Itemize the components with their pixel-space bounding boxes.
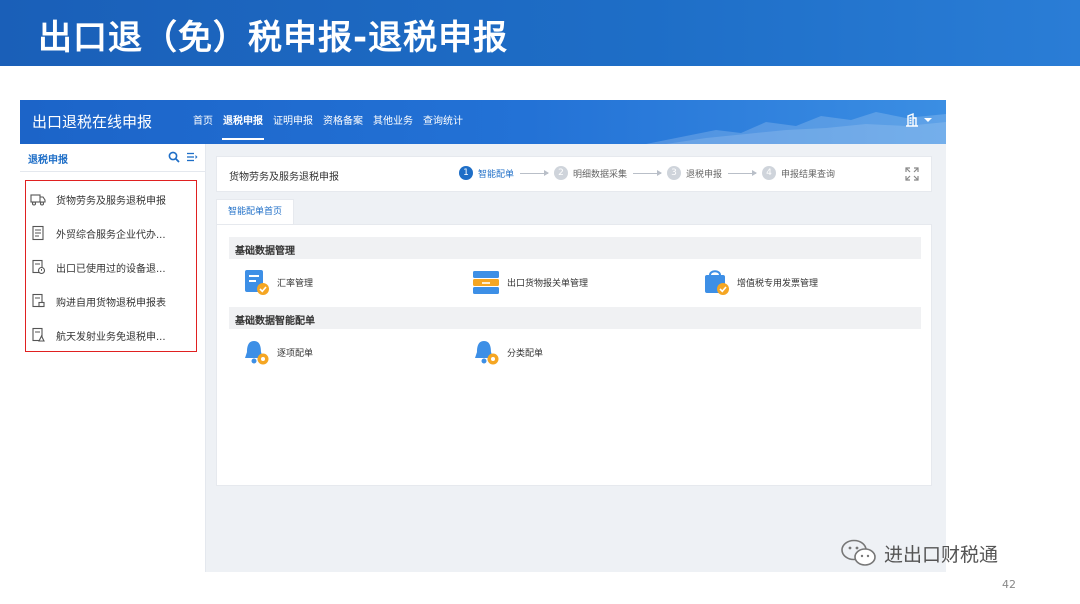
great-wall-decoration: [646, 112, 946, 144]
nav-qualification-filing[interactable]: 资格备案: [318, 100, 368, 144]
step-number: 4: [762, 166, 777, 180]
arrow-icon: [633, 169, 663, 176]
sidebar-item-goods-services-refund[interactable]: 货物劳务及服务退税申报: [30, 187, 194, 211]
step-detail-collection[interactable]: 2 明细数据采集: [554, 166, 627, 180]
sidebar-item-aerospace-refund[interactable]: 航天发射业务免退税申...: [30, 323, 194, 347]
itemized-matching-icon: [245, 341, 269, 365]
category-matching-icon: [475, 341, 499, 365]
section-title: 基础数据智能配单: [235, 316, 315, 327]
nav-home[interactable]: 首页: [188, 100, 218, 144]
step-result-query[interactable]: 4 申报结果查询: [762, 166, 835, 180]
steps-panel: 货物劳务及服务退税申报 1 智能配单 2 明细数据采集 3 退税申报 4 申报结…: [216, 156, 932, 192]
vat-invoice-icon: [705, 270, 729, 295]
step-label: 退税申报: [686, 169, 723, 180]
chevron-down-icon: [924, 118, 932, 122]
fullscreen-icon[interactable]: [905, 167, 919, 181]
sidebar-item-used-equipment-refund[interactable]: 出口已使用过的设备退...: [30, 255, 194, 279]
app-title: 出口退税在线申报: [32, 113, 153, 131]
step-refund-declaration[interactable]: 3 退税申报: [667, 166, 722, 180]
truck-icon: [30, 194, 46, 206]
menu-collapse-icon[interactable]: [186, 151, 198, 163]
panel-title: 货物劳务及服务退税申报: [229, 172, 339, 183]
step-label: 明细数据采集: [573, 169, 628, 180]
nav-query-statistics[interactable]: 查询统计: [418, 100, 468, 144]
page-number: 42: [1002, 578, 1016, 591]
sidebar: 退税申报 货物劳务及服务退税申报 外贸综合服务企业代办... 出口已使用过的设备…: [20, 144, 206, 572]
app-header: 出口退税在线申报 首页 退税申报 证明申报 资格备案 其他业务 查询统计: [20, 100, 946, 144]
section-smart-matching: 基础数据智能配单: [229, 307, 921, 329]
watermark: 进出口财税通: [840, 538, 998, 568]
step-label: 申报结果查询: [781, 169, 836, 180]
wechat-icon: [841, 539, 876, 566]
step-number: 2: [554, 166, 569, 180]
tab-smart-matching-home[interactable]: 智能配单首页: [216, 199, 294, 224]
user-menu[interactable]: [904, 112, 932, 128]
building-icon: [906, 112, 918, 127]
search-icon[interactable]: [168, 151, 180, 163]
sidebar-header: 退税申报: [20, 144, 206, 172]
func-exchange-rate[interactable]: 汇率管理: [241, 267, 313, 297]
customs-declaration-icon: [473, 271, 499, 294]
func-vat-invoice[interactable]: 增值税专用发票管理: [701, 267, 818, 297]
step-smart-matching[interactable]: 1 智能配单: [459, 166, 514, 180]
func-category-matching[interactable]: 分类配单: [471, 337, 543, 367]
step-indicator: 1 智能配单 2 明细数据采集 3 退税申报 4 申报结果查询: [459, 166, 835, 180]
func-label: 汇率管理: [277, 278, 314, 289]
nav-certificate-declaration[interactable]: 证明申报: [268, 100, 318, 144]
section-title: 基础数据管理: [235, 246, 295, 257]
arrow-icon: [520, 169, 550, 176]
watermark-text: 进出口财税通: [884, 543, 999, 566]
nav-other-business[interactable]: 其他业务: [368, 100, 418, 144]
device-document-icon: [32, 259, 46, 275]
content-card: 基础数据管理 汇率管理 出口货物报关单管理 增值税专用发票管理 基础数据智能配单…: [216, 224, 932, 486]
sidebar-item-label: 航天发射业务免退税申...: [56, 331, 166, 343]
slide-title: 出口退（免）税申报-退税申报: [38, 18, 509, 58]
sidebar-item-foreign-trade-agency[interactable]: 外贸综合服务企业代办...: [30, 221, 194, 245]
main-content: 货物劳务及服务退税申报 1 智能配单 2 明细数据采集 3 退税申报 4 申报结…: [206, 144, 946, 572]
highlighted-menu-box: 货物劳务及服务退税申报 外贸综合服务企业代办... 出口已使用过的设备退... …: [25, 180, 197, 352]
step-number: 1: [459, 166, 473, 180]
rocket-document-icon: [32, 327, 45, 342]
nav-tax-refund-declaration[interactable]: 退税申报: [218, 100, 268, 144]
func-label: 增值税专用发票管理: [737, 278, 819, 289]
step-number: 3: [667, 166, 682, 180]
step-label: 智能配单: [478, 169, 515, 180]
slide-banner: 出口退（免）税申报-退税申报: [0, 0, 1080, 66]
func-itemized-matching[interactable]: 逐项配单: [241, 337, 313, 367]
func-label: 出口货物报关单管理: [507, 278, 589, 289]
sidebar-item-label: 购进自用货物退税申报表: [56, 297, 166, 309]
document-icon: [32, 225, 44, 241]
func-customs-declaration[interactable]: 出口货物报关单管理: [471, 267, 588, 297]
func-label: 分类配单: [507, 348, 544, 359]
app-window: 出口退税在线申报 首页 退税申报 证明申报 资格备案 其他业务 查询统计 退税申…: [20, 100, 946, 572]
sidebar-title: 退税申报: [28, 155, 68, 166]
arrow-icon: [728, 169, 758, 176]
sidebar-item-label: 出口已使用过的设备退...: [56, 263, 166, 275]
section-basic-data-management: 基础数据管理: [229, 237, 921, 259]
sidebar-item-label: 外贸综合服务企业代办...: [56, 229, 166, 241]
top-nav: 首页 退税申报 证明申报 资格备案 其他业务 查询统计: [188, 100, 468, 144]
sidebar-item-self-use-goods-refund[interactable]: 购进自用货物退税申报表: [30, 289, 194, 313]
sidebar-item-label: 货物劳务及服务退税申报: [56, 195, 166, 207]
func-label: 逐项配单: [277, 348, 314, 359]
cart-document-icon: [32, 293, 45, 308]
exchange-rate-icon: [245, 270, 269, 295]
